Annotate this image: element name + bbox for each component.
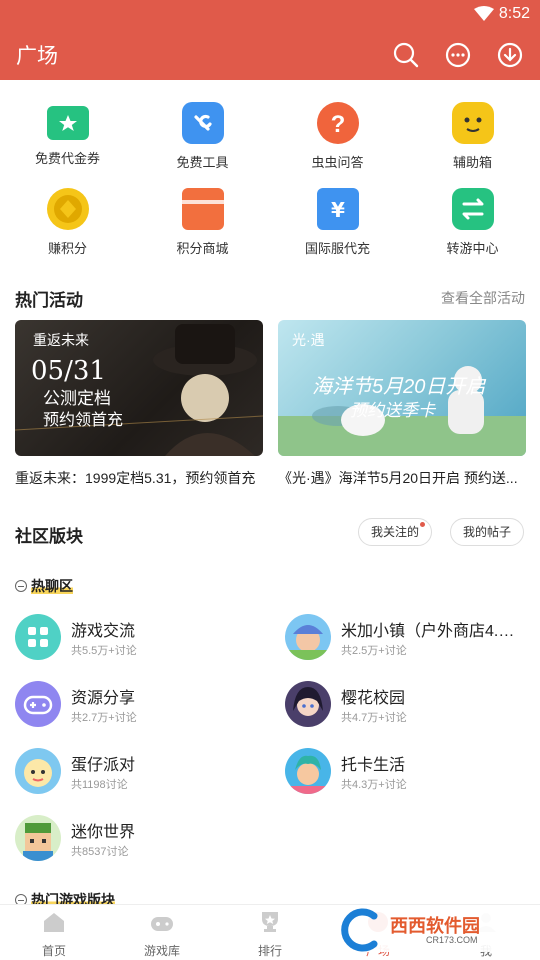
grid-item-intl-recharge[interactable]: ¥ 国际服代充 (270, 182, 405, 262)
followed-button[interactable]: 我关注的 (358, 518, 433, 546)
hot-chat-header[interactable]: 热聊区 (15, 576, 73, 596)
app-header: 广场 (0, 30, 540, 80)
shop-icon (181, 188, 224, 230)
wifi-icon (474, 6, 494, 21)
view-all-events-link[interactable]: 查看全部活动 (441, 288, 525, 308)
trophy-icon (262, 912, 278, 932)
event-caption-2[interactable]: 《光·遇》海洋节5月20日开启 预约送... (278, 468, 526, 488)
collapse-icon (15, 580, 27, 592)
nav-label: 排行 (257, 944, 282, 958)
coin-icon (46, 188, 89, 230)
wallet-icon: ¥ (316, 188, 359, 230)
forum-meta: 共2.5万+讨论 (341, 645, 407, 657)
forum-item[interactable]: 资源分享 共2.7万+讨论 (15, 681, 255, 731)
forum-meta: 共1198讨论 (71, 779, 128, 791)
nav-ranking[interactable]: 排行 (216, 911, 324, 959)
event-banner-1[interactable]: 重返未来 05/31 公测定档 预约领首充 (15, 320, 263, 456)
grid-item-label: 虫虫问答 (311, 155, 364, 170)
home-icon (44, 913, 64, 932)
grid-item-points-mall[interactable]: 积分商城 (135, 182, 270, 262)
nav-label: 首页 (41, 944, 66, 958)
forum-item[interactable]: 蛋仔派对 共1198讨论 (15, 748, 255, 798)
svg-text:¥: ¥ (331, 198, 345, 222)
avatar-icon (285, 681, 331, 727)
grid-item-label: 积分商城 (176, 241, 229, 256)
forum-meta: 共8537讨论 (71, 846, 129, 858)
nav-home[interactable]: 首页 (0, 911, 108, 959)
followed-button-label: 我关注的 (371, 525, 420, 539)
forum-item[interactable]: 迷你世界 共8537讨论 (15, 815, 255, 865)
grid-item-assist-box[interactable]: 辅助箱 (405, 96, 540, 176)
banner-text: 光·遇 (292, 332, 325, 348)
watermark-emblem (341, 908, 378, 952)
forum-meta: 共2.7万+讨论 (71, 712, 137, 724)
avatar-icon (15, 748, 61, 794)
gamepad-icon (15, 681, 61, 727)
my-posts-button[interactable]: 我的帖子 (450, 518, 525, 546)
message-icon[interactable] (444, 41, 472, 69)
my-posts-button-label: 我的帖子 (463, 525, 512, 539)
download-icon[interactable] (496, 41, 524, 69)
grid-item-free-tools[interactable]: 免费工具 (135, 96, 270, 176)
nav-game-library[interactable]: 游戏库 (108, 911, 216, 959)
grid-item-earn-points[interactable]: 赚积分 (0, 182, 135, 262)
forum-name: 游戏交流 (71, 623, 136, 640)
forum-item[interactable]: 游戏交流 共5.5万+讨论 (15, 614, 255, 664)
forum-item[interactable]: 托卡生活 共4.3万+讨论 (285, 748, 525, 798)
forum-item[interactable]: 米加小镇（户外商店4.26... 共2.5万+讨论 (285, 614, 525, 664)
banner-text: 预约领首充 (43, 412, 124, 429)
grid-item-label: 免费代金券 (34, 151, 100, 166)
forum-name: 樱花校园 (341, 690, 406, 707)
svg-text:?: ? (330, 111, 345, 138)
robot-icon (451, 102, 494, 144)
avatar-icon (15, 815, 61, 861)
grid-item-label: 转游中心 (446, 241, 499, 256)
event-banner-2[interactable]: 光·遇 海洋节5月20日开启 预约送季卡 (278, 320, 526, 456)
gamepad-icon (151, 917, 173, 931)
watermark-logo: 西西软件园 CR173.COM (338, 908, 524, 952)
forum-name: 米加小镇（户外商店4.26... (341, 623, 521, 640)
question-icon: ? (316, 102, 359, 144)
grid-item-label: 免费工具 (176, 155, 229, 170)
hot-events-title: 热门活动 (15, 291, 83, 310)
banner-text: 预约送季卡 (350, 401, 435, 420)
search-icon[interactable] (392, 41, 420, 69)
forum-name: 蛋仔派对 (71, 757, 136, 774)
grid-item-label: 辅助箱 (452, 155, 492, 170)
grid-item-label: 国际服代充 (304, 241, 370, 256)
page-title: 广场 (16, 45, 58, 68)
notification-dot (420, 522, 426, 527)
status-bar: 8:52 (0, 0, 540, 30)
status-time: 8:52 (498, 5, 530, 22)
event-caption-1[interactable]: 重返未来：1999定档5.31，预约领首充 (15, 468, 263, 488)
grid-item-qa[interactable]: ? 虫虫问答 (270, 96, 405, 176)
forum-meta: 共4.7万+讨论 (341, 712, 407, 724)
ticket-icon (46, 106, 89, 140)
avatar-icon (285, 748, 331, 794)
watermark-domain: CR173.COM (426, 935, 478, 945)
community-title: 社区版块 (15, 527, 83, 546)
nav-label: 游戏库 (143, 944, 180, 958)
grid-item-transfer-center[interactable]: 转游中心 (405, 182, 540, 262)
forum-name: 托卡生活 (341, 757, 406, 774)
forum-meta: 共4.3万+讨论 (341, 779, 407, 791)
toolbox-icon (181, 102, 224, 144)
banner-text: 05/31 (31, 356, 106, 386)
grid-icon (15, 614, 61, 660)
banner-text: 重返未来 (33, 332, 89, 348)
forum-item[interactable]: 樱花校园 共4.7万+讨论 (285, 681, 525, 731)
forum-name: 资源分享 (71, 690, 136, 707)
forum-name: 迷你世界 (71, 824, 136, 841)
forum-meta: 共5.5万+讨论 (71, 645, 137, 657)
banner-text: 海洋节5月20日开启 (312, 376, 486, 398)
swap-icon (451, 188, 494, 230)
grid-item-label: 赚积分 (47, 241, 87, 256)
grid-item-free-voucher[interactable]: 免费代金券 (0, 96, 135, 176)
hot-chat-label: 热聊区 (31, 578, 73, 594)
avatar-icon (285, 614, 331, 660)
